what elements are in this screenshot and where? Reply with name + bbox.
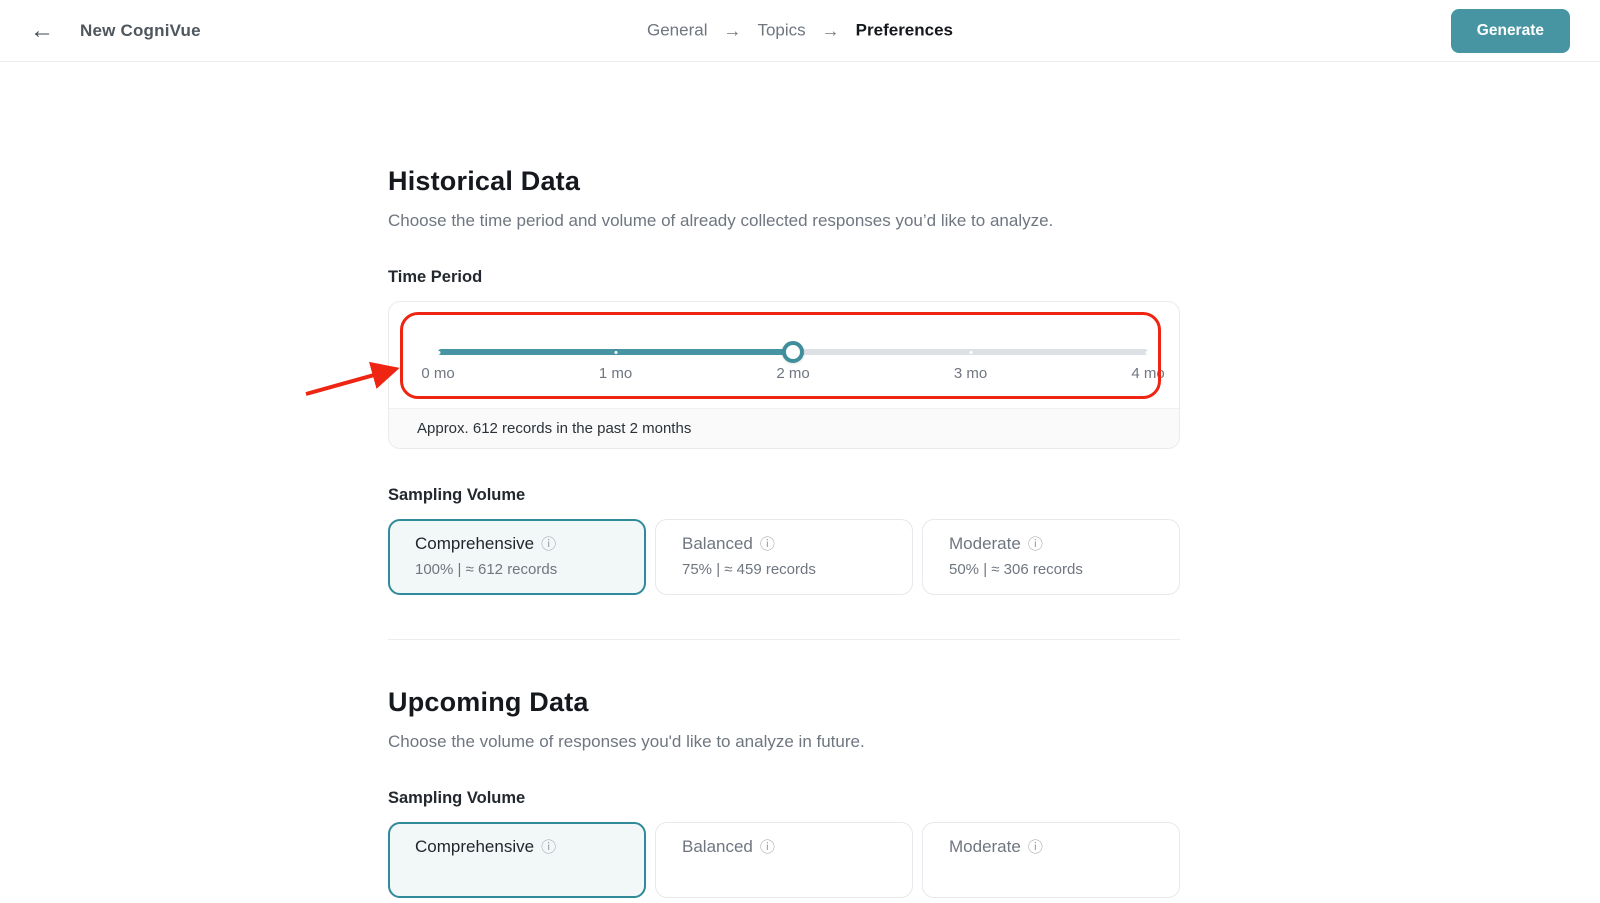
tick-label-3mo: 3 mo bbox=[954, 365, 987, 382]
historical-data-description: Choose the time period and volume of alr… bbox=[388, 211, 1180, 231]
slider-tick-1 bbox=[614, 351, 617, 354]
top-bar: ← New CogniVue General → Topics → Prefer… bbox=[0, 0, 1600, 62]
tick-label-1mo: 1 mo bbox=[599, 365, 632, 382]
breadcrumb-preferences[interactable]: Preferences bbox=[856, 21, 953, 41]
option-comprehensive[interactable]: Comprehensive ⓘ bbox=[388, 822, 646, 898]
slider-tick-0 bbox=[438, 351, 441, 354]
historical-sampling-volume-label: Sampling Volume bbox=[388, 486, 1180, 505]
option-moderate[interactable]: Moderate ⓘ 50% | ≈ 306 records bbox=[922, 519, 1180, 595]
time-period-slider: 0 mo 1 mo 2 mo 3 mo 4 mo bbox=[389, 302, 1179, 410]
option-balanced[interactable]: Balanced ⓘ 75% | ≈ 459 records bbox=[655, 519, 913, 595]
arrow-left-icon: ← bbox=[30, 17, 54, 44]
arrow-right-icon: → bbox=[723, 20, 741, 41]
generate-button[interactable]: Generate bbox=[1451, 9, 1570, 53]
tick-label-2mo: 2 mo bbox=[776, 365, 809, 382]
section-divider bbox=[388, 639, 1180, 640]
info-icon[interactable]: ⓘ bbox=[1028, 840, 1043, 855]
option-detail: 100% | ≈ 612 records bbox=[415, 561, 644, 578]
option-label: Moderate bbox=[949, 837, 1021, 857]
breadcrumb: General → Topics → Preferences bbox=[647, 20, 953, 41]
info-icon[interactable]: ⓘ bbox=[541, 840, 556, 855]
breadcrumb-topics[interactable]: Topics bbox=[757, 21, 805, 41]
option-label: Comprehensive bbox=[415, 837, 534, 857]
option-detail: 75% | ≈ 459 records bbox=[682, 561, 912, 578]
arrow-right-icon: → bbox=[822, 20, 840, 41]
option-label: Balanced bbox=[682, 837, 753, 857]
historical-data-title: Historical Data bbox=[388, 166, 1180, 197]
tick-label-0mo: 0 mo bbox=[421, 365, 454, 382]
option-label: Moderate bbox=[949, 534, 1021, 554]
info-icon[interactable]: ⓘ bbox=[1028, 537, 1043, 552]
upcoming-data-title: Upcoming Data bbox=[388, 687, 1180, 718]
info-icon[interactable]: ⓘ bbox=[760, 840, 775, 855]
slider-tick-labels: 0 mo 1 mo 2 mo 3 mo 4 mo bbox=[438, 365, 1148, 385]
slider-tick-3 bbox=[969, 351, 972, 354]
records-summary: Approx. 612 records in the past 2 months bbox=[389, 408, 1179, 448]
upcoming-sampling-options: Comprehensive ⓘ Balanced ⓘ Moderate ⓘ bbox=[388, 822, 1180, 898]
info-icon[interactable]: ⓘ bbox=[760, 537, 775, 552]
info-icon[interactable]: ⓘ bbox=[541, 537, 556, 552]
time-period-label: Time Period bbox=[388, 268, 1180, 287]
main-content: Historical Data Choose the time period a… bbox=[388, 166, 1180, 898]
page-title: New CogniVue bbox=[80, 21, 201, 41]
slider-handle[interactable] bbox=[782, 341, 804, 363]
option-balanced[interactable]: Balanced ⓘ bbox=[655, 822, 913, 898]
historical-sampling-options: Comprehensive ⓘ 100% | ≈ 612 records Bal… bbox=[388, 519, 1180, 595]
slider-tick-4 bbox=[1146, 351, 1149, 354]
time-period-card: 0 mo 1 mo 2 mo 3 mo 4 mo Approx. 612 rec… bbox=[388, 301, 1180, 449]
tick-label-4mo: 4 mo bbox=[1131, 365, 1164, 382]
option-label: Comprehensive bbox=[415, 534, 534, 554]
breadcrumb-general[interactable]: General bbox=[647, 21, 707, 41]
option-moderate[interactable]: Moderate ⓘ bbox=[922, 822, 1180, 898]
back-button[interactable]: ← bbox=[30, 19, 54, 43]
upcoming-data-description: Choose the volume of responses you'd lik… bbox=[388, 732, 1180, 752]
option-comprehensive[interactable]: Comprehensive ⓘ 100% | ≈ 612 records bbox=[388, 519, 646, 595]
upcoming-sampling-volume-label: Sampling Volume bbox=[388, 789, 1180, 808]
option-detail: 50% | ≈ 306 records bbox=[949, 561, 1179, 578]
option-label: Balanced bbox=[682, 534, 753, 554]
slider-track[interactable] bbox=[438, 349, 1148, 355]
